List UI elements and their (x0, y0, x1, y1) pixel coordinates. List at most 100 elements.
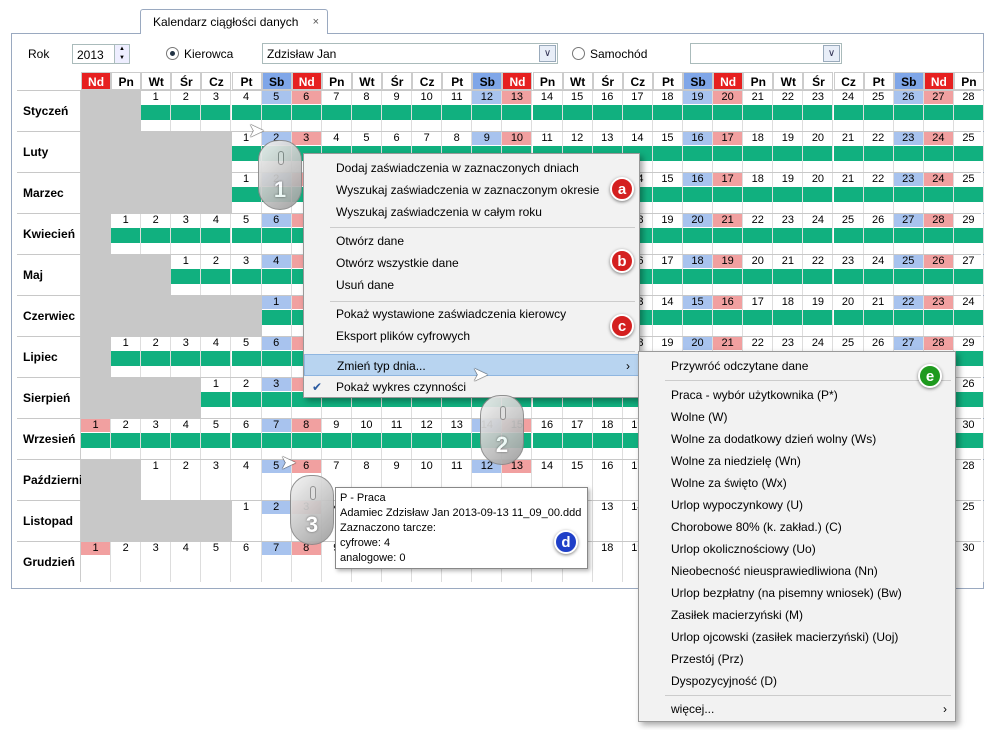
day-cell[interactable]: 8 (291, 542, 322, 582)
day-cell[interactable]: 8 (351, 91, 382, 131)
day-cell[interactable]: 12 (412, 419, 443, 459)
day-cell[interactable]: 2 (171, 460, 202, 500)
day-cell[interactable]: 3 (171, 214, 202, 254)
day-cell[interactable]: 6 (261, 214, 292, 254)
day-cell[interactable]: 7 (321, 91, 352, 131)
day-cell[interactable]: 2 (111, 542, 142, 582)
kierowca-select[interactable]: Zdzisław Jan ∨ (262, 43, 558, 64)
day-cell[interactable]: 2 (171, 91, 202, 131)
menu-item-dodaj[interactable]: Dodaj zaświadczenia w zaznaczonych dniac… (304, 157, 639, 179)
tab-kalendarz[interactable]: Kalendarz ciągłości danych × (140, 9, 328, 34)
day-cell[interactable]: 12 (472, 91, 503, 131)
day-cell[interactable]: 6 (261, 337, 292, 377)
day-cell[interactable]: 17 (562, 419, 593, 459)
day-cell[interactable]: 24 (803, 214, 834, 254)
day-cell[interactable]: 25 (863, 91, 894, 131)
day-cell[interactable]: 29 (953, 214, 984, 254)
day-cell[interactable]: 1 (111, 214, 142, 254)
day-cell[interactable]: 4 (201, 337, 232, 377)
day-cell[interactable]: 6 (291, 91, 322, 131)
chevron-down-icon[interactable]: ∨ (823, 45, 840, 62)
day-cell[interactable]: 15 (562, 91, 593, 131)
day-cell[interactable]: 3 (261, 378, 292, 418)
day-cell[interactable]: 18 (592, 419, 623, 459)
submenu-item[interactable]: Wolne za święto (Wx) (639, 472, 955, 494)
day-cell[interactable]: 18 (683, 255, 714, 295)
day-cell[interactable]: 2 (261, 501, 292, 541)
day-cell[interactable]: 21 (713, 214, 744, 254)
day-cell[interactable]: 16 (683, 173, 714, 213)
day-cell[interactable]: 3 (231, 255, 262, 295)
chevron-down-icon[interactable]: ∨ (539, 45, 556, 62)
close-icon[interactable]: × (313, 16, 319, 28)
day-cell[interactable]: 23 (773, 214, 804, 254)
day-cell[interactable]: 2 (141, 337, 172, 377)
day-cell[interactable]: 1 (232, 501, 262, 541)
day-cell[interactable]: 26 (953, 378, 984, 418)
day-cell[interactable]: 27 (893, 214, 924, 254)
day-cell[interactable]: 17 (622, 91, 653, 131)
day-cell[interactable]: 14 (532, 91, 563, 131)
day-cell[interactable]: 19 (773, 132, 804, 172)
day-cell[interactable]: 7 (261, 542, 292, 582)
day-cell[interactable]: 2 (201, 255, 232, 295)
submenu-item[interactable]: Urlop bezpłatny (na pisemny wniosek) (Bw… (639, 582, 955, 604)
day-cell[interactable]: 4 (171, 542, 202, 582)
day-cell[interactable]: 20 (803, 173, 834, 213)
day-cell[interactable]: 2 (231, 378, 262, 418)
day-cell[interactable]: 25 (833, 214, 864, 254)
day-cell[interactable]: 16 (532, 419, 563, 459)
day-cell[interactable]: 27 (923, 91, 954, 131)
day-cell[interactable]: 24 (833, 91, 864, 131)
day-cell[interactable]: 20 (803, 132, 834, 172)
day-cell[interactable]: 22 (803, 255, 834, 295)
samochod-radio[interactable] (572, 47, 585, 60)
day-cell[interactable]: 1 (171, 255, 202, 295)
menu-item-wyszukaj-okres[interactable]: Wyszukaj zaświadczenia w zaznaczonym okr… (304, 179, 639, 201)
submenu-item[interactable]: Nieobecność nieusprawiedliwiona (Nn) (639, 560, 955, 582)
submenu-item[interactable]: Praca - wybór użytkownika (P*) (639, 384, 955, 406)
day-cell[interactable]: 3 (141, 542, 172, 582)
menu-item-eksport[interactable]: Eksport plików cyfrowych (304, 325, 639, 347)
day-cell[interactable]: 20 (743, 255, 774, 295)
day-cell[interactable]: 21 (773, 255, 804, 295)
day-cell[interactable]: 25 (893, 255, 924, 295)
day-cell[interactable]: 16 (592, 91, 623, 131)
menu-item-otworz[interactable]: Otwórz dane (304, 230, 639, 252)
day-cell[interactable]: 6 (231, 419, 262, 459)
day-cell[interactable]: 23 (803, 91, 834, 131)
day-cell[interactable]: 1 (111, 337, 142, 377)
submenu-item[interactable]: Urlop wypoczynkowy (U) (639, 494, 955, 516)
day-cell[interactable]: 13 (442, 419, 473, 459)
day-cell[interactable]: 15 (652, 173, 683, 213)
day-cell[interactable]: 25 (953, 132, 984, 172)
rok-spinner[interactable]: 2013 ▲ ▼ (72, 44, 130, 64)
day-cell[interactable]: 1 (81, 542, 112, 582)
day-cell[interactable]: 30 (953, 419, 984, 459)
day-cell[interactable]: 2 (141, 214, 172, 254)
day-cell[interactable]: 18 (743, 132, 774, 172)
day-cell[interactable]: 1 (261, 296, 292, 336)
day-cell[interactable]: 23 (893, 173, 924, 213)
day-cell[interactable]: 20 (683, 214, 714, 254)
day-cell[interactable]: 9 (382, 91, 413, 131)
day-cell[interactable]: 28 (953, 91, 984, 131)
day-cell[interactable]: 29 (953, 337, 984, 377)
day-cell[interactable]: 19 (773, 173, 804, 213)
submenu-item[interactable]: Wolne za niedzielę (Wn) (639, 450, 955, 472)
day-cell[interactable]: 18 (743, 173, 774, 213)
submenu-item[interactable]: Wolne za dodatkowy dzień wolny (Ws) (639, 428, 955, 450)
day-cell[interactable]: 28 (954, 460, 984, 500)
day-cell[interactable]: 18 (773, 296, 804, 336)
day-cell[interactable]: 30 (954, 542, 984, 582)
day-cell[interactable]: 3 (171, 337, 202, 377)
day-cell[interactable]: 3 (141, 419, 172, 459)
submenu-item-wiecej[interactable]: więcej... › (639, 698, 955, 720)
day-cell[interactable]: 5 (231, 214, 262, 254)
day-cell[interactable]: 19 (713, 255, 744, 295)
day-cell[interactable]: 17 (652, 255, 683, 295)
day-cell[interactable]: 2 (111, 419, 142, 459)
day-cell[interactable]: 24 (923, 173, 954, 213)
day-cell[interactable]: 26 (893, 91, 924, 131)
day-cell[interactable]: 13 (593, 501, 623, 541)
